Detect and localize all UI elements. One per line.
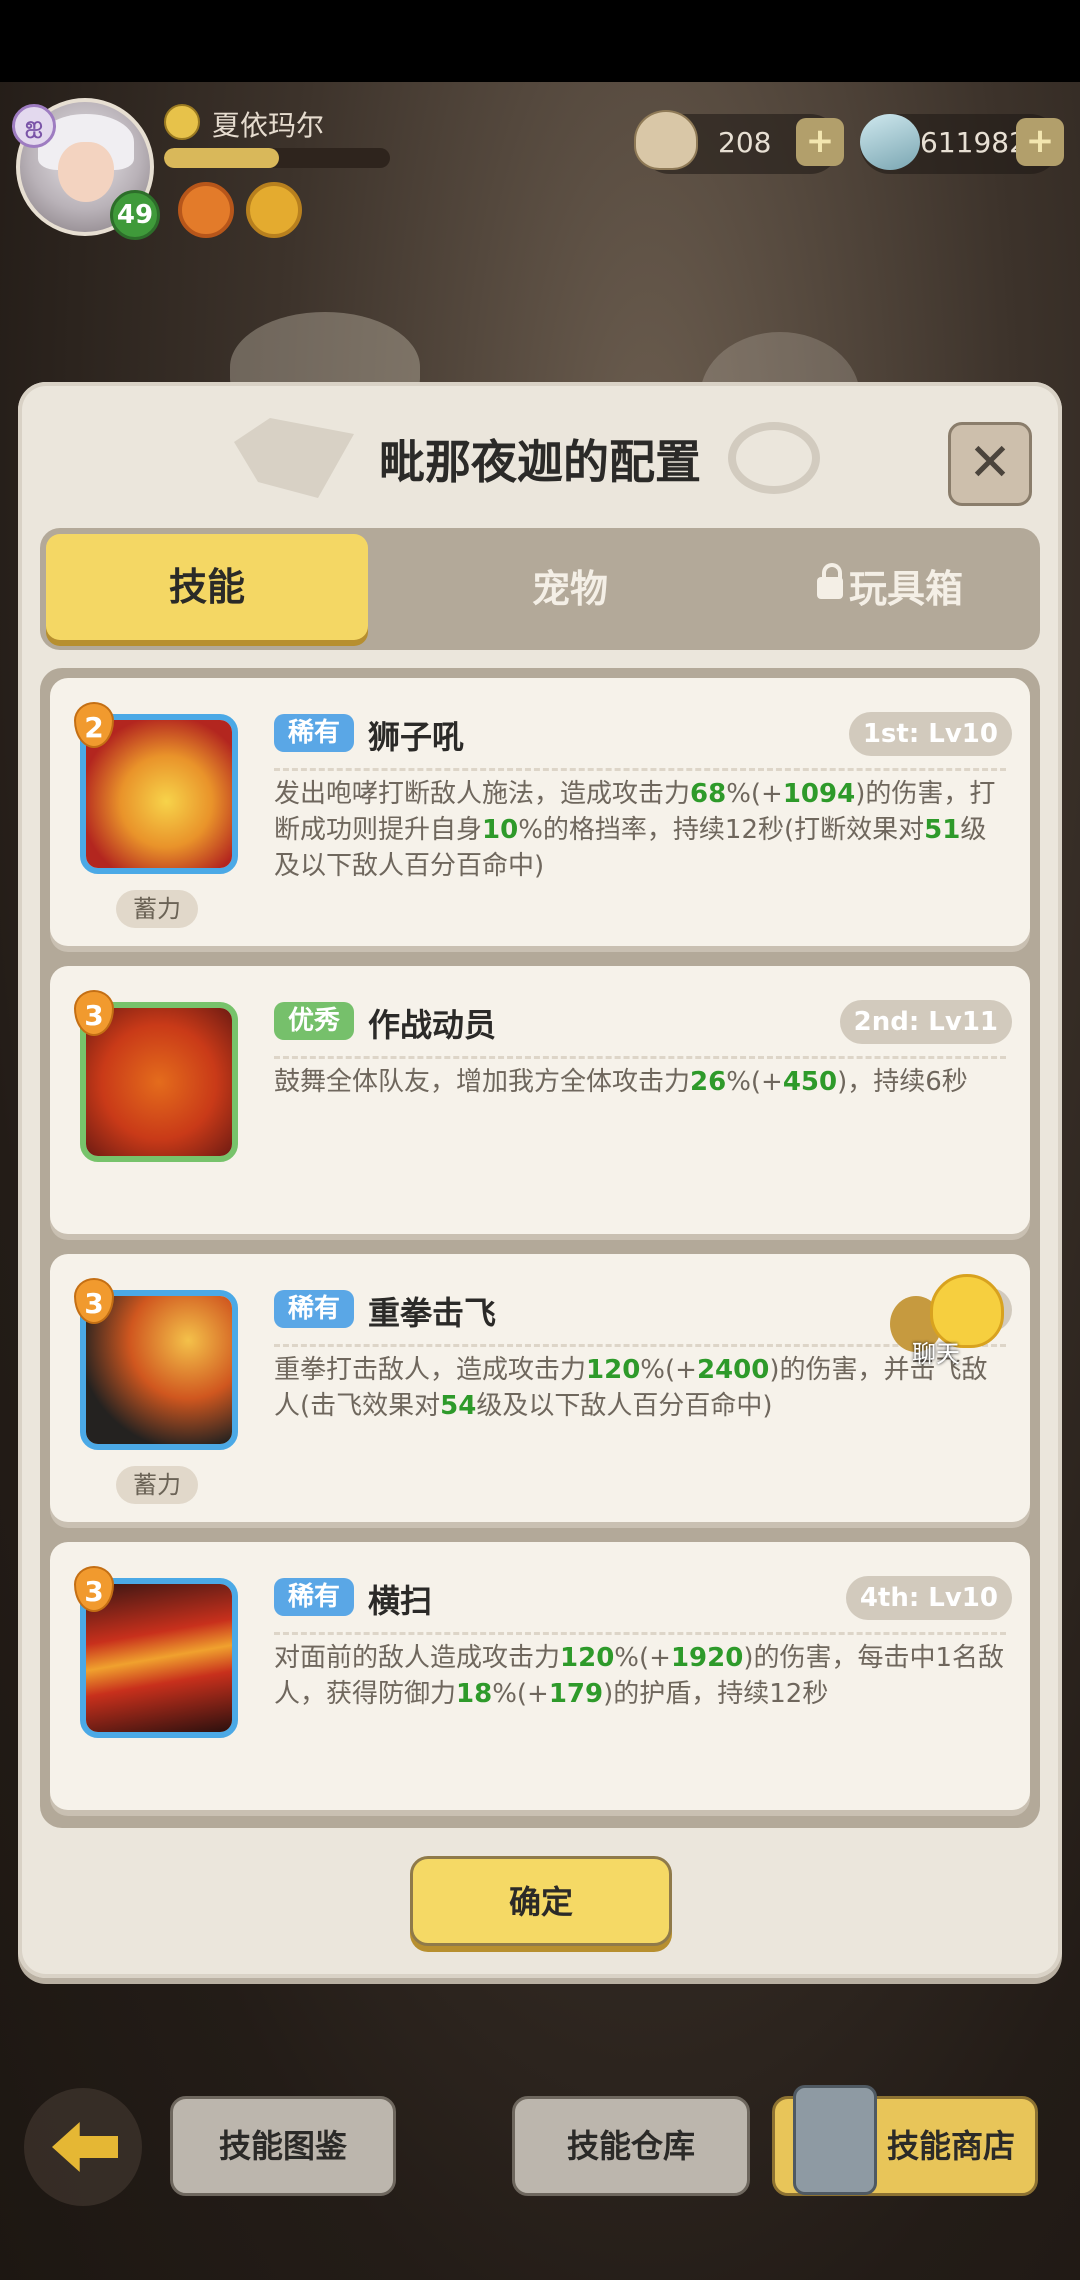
desc-text: 级及以下敌人百分百命中) xyxy=(476,1391,773,1421)
skill-description: 发出咆哮打断敌人施法，造成攻击力68%(+1094)的伤害，打断成功则提升自身1… xyxy=(274,776,1006,884)
skill-description: 鼓舞全体队友，增加我方全体攻击力26%(+450)，持续6秒 xyxy=(274,1064,1006,1100)
skill-shop-button[interactable]: 技能商店 xyxy=(772,2085,1038,2196)
skill-description: 对面前的敌人造成攻击力120%(+1920)的伤害，每击中1名敌人，获得防御力1… xyxy=(274,1640,1006,1712)
class-badge-icon: ஐ xyxy=(12,104,56,148)
slot-tag: 1st: Lv10 xyxy=(848,712,1012,756)
tab-bar: 技能 宠物 玩具箱 xyxy=(40,528,1040,650)
back-button[interactable] xyxy=(24,2088,142,2206)
highlight-value: 68 xyxy=(690,779,727,809)
skill-name: 作战动员 xyxy=(368,1006,497,1044)
divider xyxy=(274,1056,1006,1059)
skill-name: 重拳击飞 xyxy=(368,1294,497,1332)
slot-tag: 4th: Lv10 xyxy=(845,1576,1012,1620)
desc-text: 鼓舞全体队友，增加我方全体攻击力 xyxy=(274,1067,691,1097)
status-bar xyxy=(0,0,1080,82)
buff-fire-icon[interactable] xyxy=(178,182,234,238)
confirm-button[interactable]: 确定 xyxy=(410,1856,672,1946)
desc-text: %(+ xyxy=(726,779,783,809)
highlight-value: 18 xyxy=(456,1679,493,1709)
desc-text: )的护盾，持续12秒 xyxy=(603,1679,829,1709)
desc-text: %(+ xyxy=(614,1643,671,1673)
skill-book-button[interactable]: 技能图鉴 xyxy=(170,2096,396,2196)
desc-text: %(+ xyxy=(726,1067,783,1097)
tab-pet[interactable]: 宠物 xyxy=(420,528,720,650)
config-dialog: 毗那夜迦的配置 ✕ 技能 宠物 玩具箱 2 蓄力 稀有 狮子吼 1st: Lv1… xyxy=(18,382,1062,1978)
highlight-value: 450 xyxy=(782,1067,838,1097)
buff-gold-icon[interactable] xyxy=(246,182,302,238)
skill-card[interactable]: 3 蓄力 稀有 重拳击飞 3 重拳打击敌人，造成攻击力120%(+2400)的伤… xyxy=(50,1254,1030,1522)
dialog-title: 毗那夜迦的配置 xyxy=(379,435,701,489)
skill-list: 2 蓄力 稀有 狮子吼 1st: Lv10 发出咆哮打断敌人施法，造成攻击力68… xyxy=(40,668,1040,1828)
highlight-value: 120 xyxy=(586,1355,641,1385)
rarity-badge: 稀有 xyxy=(274,714,355,752)
highlight-value: 1094 xyxy=(782,779,856,809)
shell-currency: 208 + xyxy=(634,110,844,174)
exp-bar-fill xyxy=(164,148,280,168)
highlight-value: 179 xyxy=(548,1679,604,1709)
gem-icon xyxy=(860,114,920,170)
rank-icon xyxy=(164,104,200,140)
highlight-value: 2400 xyxy=(696,1355,770,1385)
add-gem-button[interactable]: + xyxy=(1016,118,1064,166)
highlight-value: 26 xyxy=(690,1067,727,1097)
close-button[interactable]: ✕ xyxy=(948,422,1032,506)
rarity-badge: 稀有 xyxy=(274,1578,355,1616)
player-name: 夏依玛尔 xyxy=(212,109,325,142)
skill-name: 狮子吼 xyxy=(368,718,465,756)
highlight-value: 120 xyxy=(560,1643,615,1673)
desc-text: )，持续6秒 xyxy=(837,1067,968,1097)
shop-icon xyxy=(793,2085,877,2195)
charge-tag: 蓄力 xyxy=(116,890,198,928)
avatar-face xyxy=(58,142,114,202)
desc-text: %(+ xyxy=(640,1355,697,1385)
tab-skill[interactable]: 技能 xyxy=(46,534,368,640)
rarity-badge: 优秀 xyxy=(274,1002,355,1040)
add-shell-button[interactable]: + xyxy=(796,118,844,166)
shell-icon xyxy=(634,110,698,170)
skill-card[interactable]: 2 蓄力 稀有 狮子吼 1st: Lv10 发出咆哮打断敌人施法，造成攻击力68… xyxy=(50,678,1030,946)
divider xyxy=(274,1632,1006,1635)
exp-bar xyxy=(164,148,390,168)
divider xyxy=(274,768,1006,771)
skill-card[interactable]: 3 优秀 作战动员 2nd: Lv11 鼓舞全体队友，增加我方全体攻击力26%(… xyxy=(50,966,1030,1234)
skill-storage-button[interactable]: 技能仓库 xyxy=(512,2096,750,2196)
skill-card[interactable]: 3 稀有 横扫 4th: Lv10 对面前的敌人造成攻击力120%(+1920)… xyxy=(50,1542,1030,1810)
highlight-value: 51 xyxy=(924,815,961,845)
chat-label: 聊天 xyxy=(912,1340,960,1368)
shell-amount: 208 xyxy=(718,126,772,159)
back-arrow-icon xyxy=(52,2122,118,2172)
desc-text: %(+ xyxy=(492,1679,549,1709)
player-level-badge: 49 xyxy=(110,190,160,240)
tab-toybox-label: 玩具箱 xyxy=(848,567,963,611)
chat-button[interactable]: 聊天 xyxy=(890,1274,1010,1374)
charge-tag: 蓄力 xyxy=(116,1466,198,1504)
skill-shop-label: 技能商店 xyxy=(886,2127,1015,2165)
desc-text: 对面前的敌人造成攻击力 xyxy=(274,1643,561,1673)
highlight-value: 10 xyxy=(482,815,519,845)
tab-toybox[interactable]: 玩具箱 xyxy=(740,528,1040,650)
skill-name: 横扫 xyxy=(368,1582,433,1620)
desc-text: 重拳打击敌人，造成攻击力 xyxy=(274,1355,587,1385)
gem-amount: 611982 xyxy=(920,126,1027,159)
slot-tag: 2nd: Lv11 xyxy=(839,1000,1012,1044)
rarity-badge: 稀有 xyxy=(274,1290,355,1328)
desc-text: 发出咆哮打断敌人施法，造成攻击力 xyxy=(274,779,691,809)
highlight-value: 54 xyxy=(440,1391,477,1421)
lock-icon xyxy=(816,562,843,599)
highlight-value: 1920 xyxy=(670,1643,744,1673)
gem-currency: 611982 + xyxy=(860,114,1064,174)
desc-text: %的格挡率，持续12秒(打断效果对 xyxy=(518,815,925,845)
